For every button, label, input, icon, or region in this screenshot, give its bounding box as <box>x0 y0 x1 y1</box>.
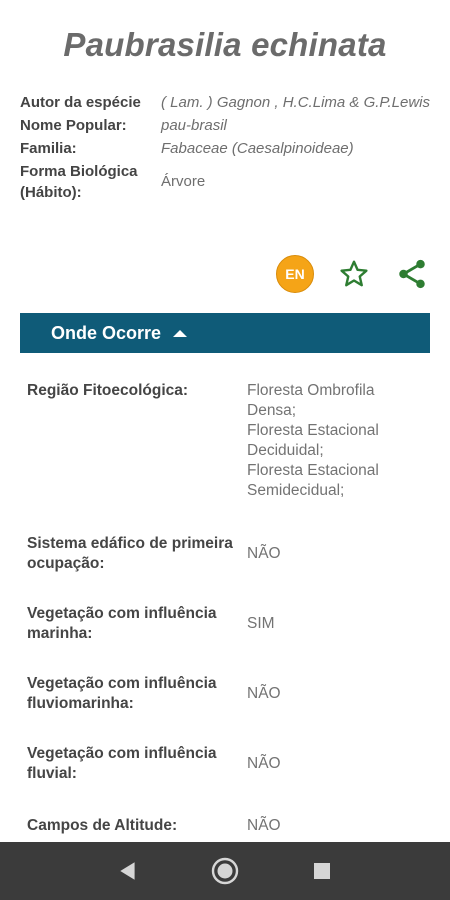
table-row: Vegetação com influência marinha: SIM <box>27 604 427 644</box>
row-value: NÃO <box>247 816 281 836</box>
row-label: Sistema edáfico de primeira ocupação: <box>27 535 233 572</box>
info-row-author: Autor da espécie ( Lam. ) Gagnon , H.C.L… <box>20 92 440 113</box>
info-row-habit: Forma Biológica (Hábito): Árvore <box>20 161 440 203</box>
row-value: NÃO <box>247 534 281 574</box>
share-button[interactable] <box>394 256 430 292</box>
nav-back-button[interactable] <box>108 851 148 891</box>
share-icon <box>399 259 425 289</box>
author-label: Autor da espécie <box>20 94 141 111</box>
row-label: Vegetação com influência marinha: <box>27 605 217 642</box>
row-value: NÃO <box>247 744 281 784</box>
row-label: Vegetação com influência fluviomarinha: <box>27 675 217 712</box>
action-bar: EN <box>276 254 430 294</box>
table-row: Sistema edáfico de primeira ocupação: NÃ… <box>27 534 427 574</box>
family-label: Familia: <box>20 140 77 157</box>
value-line: NÃO <box>247 755 281 772</box>
value-line: SIM <box>247 615 275 632</box>
home-circle-icon <box>211 857 239 885</box>
star-outline-icon <box>340 260 368 287</box>
android-navigation-bar <box>0 842 450 900</box>
value-line: Floresta Ombrofila Densa; <box>247 382 375 419</box>
info-row-family: Familia: Fabaceae (Caesalpinoideae) <box>20 138 440 159</box>
habit-value: Árvore <box>161 173 206 190</box>
row-label: Vegetação com influência fluvial: <box>27 745 217 782</box>
row-label: Região Fitoecológica: <box>27 382 189 399</box>
language-toggle-button[interactable]: EN <box>276 255 314 293</box>
common-name-label: Nome Popular: <box>20 117 127 134</box>
back-triangle-icon <box>120 862 135 880</box>
caret-up-icon <box>173 329 188 337</box>
table-row: Vegetação com influência fluvial: NÃO <box>27 744 427 784</box>
row-value: Floresta Ombrofila Densa; Floresta Estac… <box>247 381 427 501</box>
row-label: Campos de Altitude: <box>27 817 178 834</box>
value-line: NÃO <box>247 817 281 834</box>
favorite-button[interactable] <box>336 256 372 292</box>
section-title: Onde Ocorre <box>51 322 162 343</box>
info-row-common-name: Nome Popular: pau-brasil <box>20 115 440 136</box>
section-header-where-occurs[interactable]: Onde Ocorre <box>20 313 430 353</box>
table-row: Vegetação com influência fluviomarinha: … <box>27 674 427 714</box>
row-value: NÃO <box>247 674 281 714</box>
value-line: NÃO <box>247 685 281 702</box>
table-row: Região Fitoecológica: Floresta Ombrofila… <box>27 381 427 501</box>
row-value: SIM <box>247 604 275 644</box>
value-line: Floresta Estacional Semidecidual; <box>247 462 379 499</box>
species-info: Autor da espécie ( Lam. ) Gagnon , H.C.L… <box>20 92 440 203</box>
common-name-value: pau-brasil <box>161 117 227 134</box>
family-value: Fabaceae (Caesalpinoideae) <box>161 140 354 157</box>
species-title: Paubrasilia echinata <box>63 26 387 63</box>
value-line: NÃO <box>247 545 281 562</box>
table-row: Campos de Altitude: NÃO <box>27 816 427 836</box>
author-value: ( Lam. ) Gagnon , H.C.Lima & G.P.Lewis <box>161 94 430 111</box>
value-line: Floresta Estacional Deciduidal; <box>247 422 379 459</box>
habit-label: Forma Biológica (Hábito): <box>20 163 138 201</box>
nav-recents-button[interactable] <box>302 851 342 891</box>
recents-square-icon <box>313 863 330 879</box>
language-label: EN <box>285 266 305 282</box>
nav-home-button[interactable] <box>205 851 245 891</box>
